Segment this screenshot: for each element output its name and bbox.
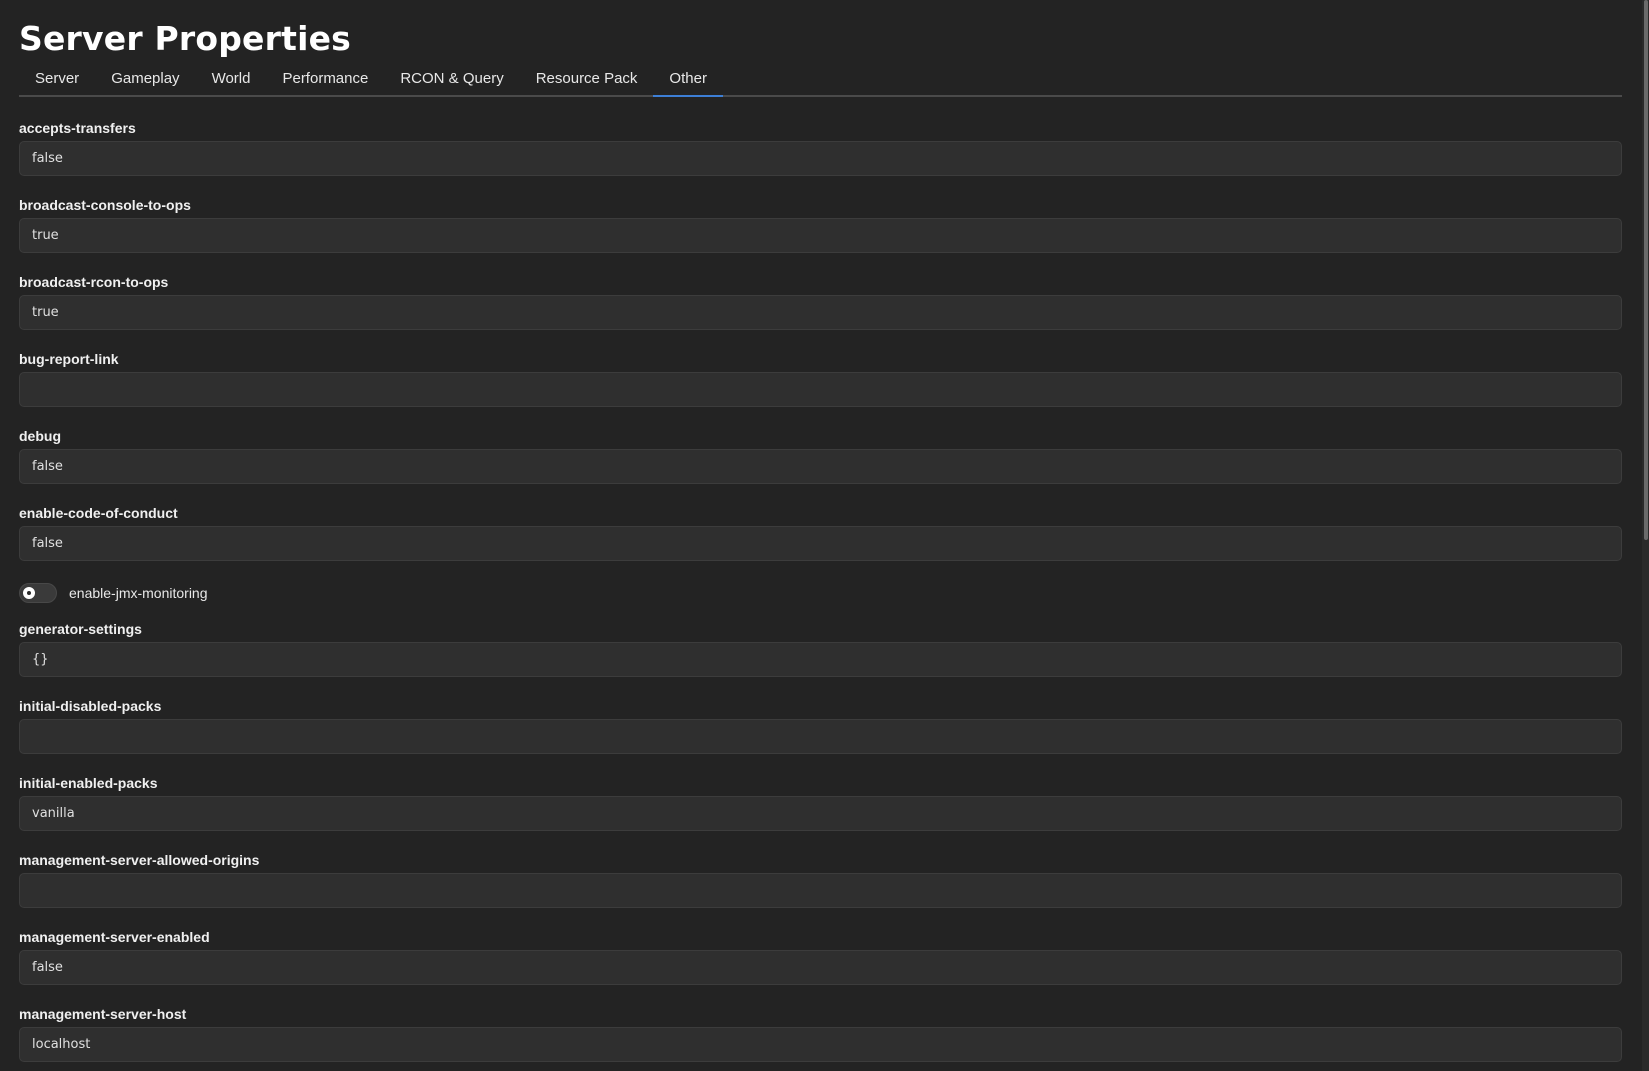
page-title: Server Properties — [19, 19, 351, 58]
scrollbar-thumb[interactable] — [1644, 0, 1648, 540]
field-enable-jmx-monitoring: enable-jmx-monitoring — [19, 574, 1622, 611]
field-broadcast-console-to-ops: broadcast-console-to-ops — [19, 195, 1622, 272]
field-management-server-allowed-origins: management-server-allowed-origins — [19, 850, 1622, 927]
tab-gameplay[interactable]: Gameplay — [95, 62, 195, 97]
tab-other[interactable]: Other — [653, 62, 723, 97]
initial-disabled-packs-input[interactable] — [19, 719, 1622, 754]
field-enable-code-of-conduct: enable-code-of-conduct — [19, 503, 1622, 580]
field-label: broadcast-console-to-ops — [19, 197, 191, 213]
bug-report-link-input[interactable] — [19, 372, 1622, 407]
field-label: management-server-allowed-origins — [19, 852, 260, 868]
server-properties-page: Server Properties Server Gameplay World … — [0, 0, 1649, 1071]
accepts-transfers-input[interactable] — [19, 141, 1622, 176]
initial-enabled-packs-input[interactable] — [19, 796, 1622, 831]
field-management-server-enabled: management-server-enabled — [19, 927, 1622, 1004]
field-bug-report-link: bug-report-link — [19, 349, 1622, 426]
tab-performance[interactable]: Performance — [266, 62, 384, 97]
enable-code-of-conduct-input[interactable] — [19, 526, 1622, 561]
field-label: accepts-transfers — [19, 120, 136, 136]
management-server-allowed-origins-input[interactable] — [19, 873, 1622, 908]
field-generator-settings: generator-settings — [19, 619, 1622, 696]
field-label: management-server-enabled — [19, 929, 210, 945]
field-label: initial-disabled-packs — [19, 698, 162, 714]
field-label: generator-settings — [19, 621, 142, 637]
field-management-server-host: management-server-host — [19, 1004, 1622, 1071]
properties-form: accepts-transfers broadcast-console-to-o… — [19, 97, 1622, 1071]
broadcast-rcon-to-ops-input[interactable] — [19, 295, 1622, 330]
field-initial-enabled-packs: initial-enabled-packs — [19, 773, 1622, 850]
tab-world[interactable]: World — [196, 62, 267, 97]
field-label: management-server-host — [19, 1006, 187, 1022]
tab-resource-pack[interactable]: Resource Pack — [520, 62, 654, 97]
management-server-enabled-input[interactable] — [19, 950, 1622, 985]
generator-settings-input[interactable] — [19, 642, 1622, 677]
toggle-label: enable-jmx-monitoring — [69, 584, 208, 601]
field-accepts-transfers: accepts-transfers — [19, 118, 1622, 195]
debug-input[interactable] — [19, 449, 1622, 484]
broadcast-console-to-ops-input[interactable] — [19, 218, 1622, 253]
tab-rcon-query[interactable]: RCON & Query — [384, 62, 519, 97]
tab-server[interactable]: Server — [19, 62, 95, 97]
field-label: debug — [19, 428, 61, 444]
field-initial-disabled-packs: initial-disabled-packs — [19, 696, 1622, 773]
toggle-knob — [23, 586, 35, 599]
field-debug: debug — [19, 426, 1622, 503]
vertical-scrollbar[interactable] — [1642, 0, 1649, 1071]
field-label: initial-enabled-packs — [19, 775, 158, 791]
field-label: enable-code-of-conduct — [19, 505, 178, 521]
field-label: bug-report-link — [19, 351, 119, 367]
enable-jmx-monitoring-toggle[interactable] — [19, 582, 57, 603]
management-server-host-input[interactable] — [19, 1027, 1622, 1062]
field-label: broadcast-rcon-to-ops — [19, 274, 169, 290]
field-broadcast-rcon-to-ops: broadcast-rcon-to-ops — [19, 272, 1622, 349]
tab-bar: Server Gameplay World Performance RCON &… — [19, 62, 1622, 97]
